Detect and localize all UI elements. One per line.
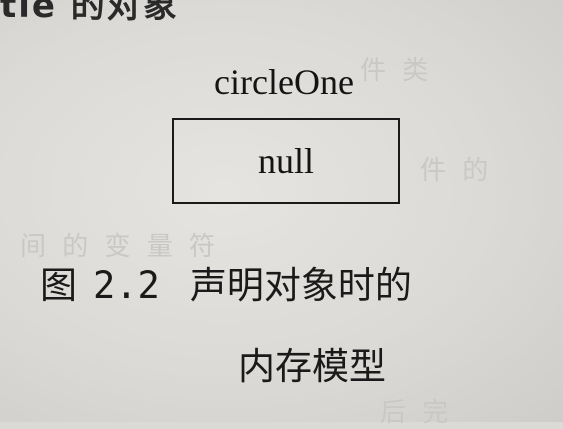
figure-number: 2.2 [93, 264, 160, 307]
caption-text-line1: 声明对象时的 [189, 264, 412, 307]
cut-off-heading: tle 的对象 [0, 0, 179, 26]
variable-name-label: circleOne [214, 62, 354, 102]
bleed-through-text: 后 完 [380, 398, 453, 428]
caption-text-line2: 内存模型 [238, 345, 386, 388]
reference-box: null [172, 118, 400, 204]
bleed-through-text: 间 的 变 量 符 [20, 232, 220, 262]
reference-value: null [257, 141, 314, 181]
figure-caption: 图 2.2 声明对象时的 [40, 262, 412, 310]
bleed-through-text: 件 的 [420, 156, 493, 186]
figure-label: 图 [40, 264, 77, 307]
